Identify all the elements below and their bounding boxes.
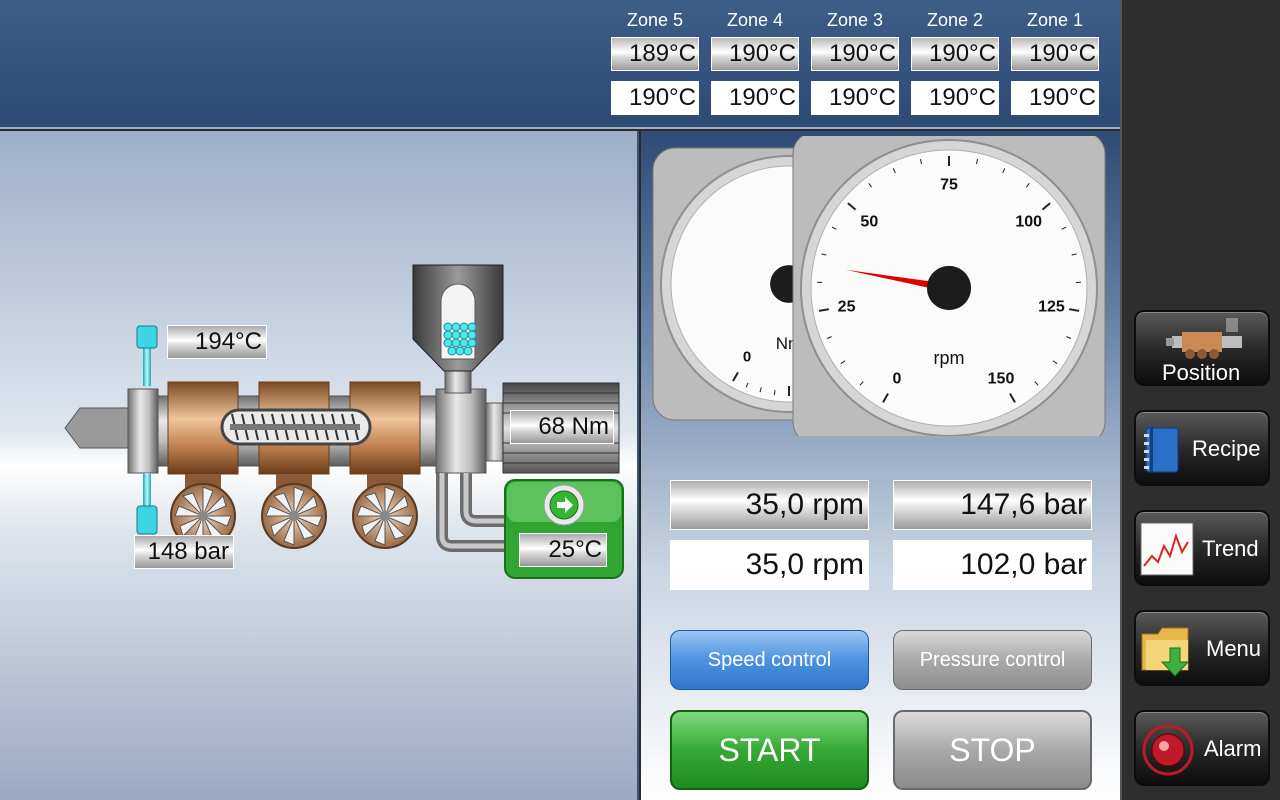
gauge-tick-label: 100 bbox=[1015, 213, 1042, 230]
side-label: Alarm bbox=[1204, 736, 1262, 761]
alarm-button[interactable]: Alarm bbox=[1134, 710, 1270, 786]
gauge-tick-label: 0 bbox=[743, 349, 751, 366]
speed-setpoint-field[interactable]: 35,0 rpm bbox=[670, 540, 869, 590]
side-label: Position bbox=[1162, 360, 1241, 385]
zone-setpoint-field[interactable]: 190°C bbox=[811, 81, 899, 115]
pressure-setpoint-field[interactable]: 102,0 bar bbox=[893, 540, 1092, 590]
stop-button[interactable]: STOP bbox=[893, 710, 1092, 790]
zone-label: Zone 3 bbox=[826, 10, 884, 30]
speed-actual-readout: 35,0 rpm bbox=[670, 480, 869, 530]
extruder-icon bbox=[1166, 318, 1242, 359]
zone-label: Zone 1 bbox=[1026, 10, 1084, 30]
gauge-tick bbox=[773, 390, 776, 396]
side-label: Trend bbox=[1202, 536, 1259, 561]
zone-temperature-bar: Zone 5 189°C 190°C Zone 4 190°C 190°C Zo… bbox=[0, 0, 1120, 129]
gauge-tick-label: 25 bbox=[838, 298, 856, 315]
recipe-button[interactable]: Recipe bbox=[1134, 410, 1270, 486]
zone-setpoint-field[interactable]: 190°C bbox=[711, 81, 799, 115]
trend-chart-icon bbox=[1140, 522, 1194, 576]
zone-label: Zone 4 bbox=[726, 10, 784, 30]
extruder-diagram-panel: 194°C 148 bar 68 Nm 25°C bbox=[0, 131, 639, 800]
pressure-actual-readout: 147,6 bar bbox=[893, 480, 1092, 530]
zone-actual-temp: 190°C bbox=[711, 37, 799, 71]
navigation-sidebar: Position Recipe Trend Menu Alarm bbox=[1120, 0, 1280, 800]
hmi-screen: Zone 5 189°C 190°C Zone 4 190°C 190°C Zo… bbox=[0, 0, 1280, 800]
die-pressure-readout: 148 bar bbox=[134, 535, 234, 569]
gauge-hub bbox=[926, 265, 972, 311]
book-icon bbox=[1144, 427, 1179, 473]
gauge-tick-label: 75 bbox=[940, 176, 958, 193]
zone-setpoint-field[interactable]: 190°C bbox=[611, 81, 699, 115]
side-label: Recipe bbox=[1192, 436, 1261, 461]
alarm-icon bbox=[1142, 724, 1194, 776]
zone-actual-temp: 190°C bbox=[911, 37, 999, 71]
gauge-tick-label: 50 bbox=[860, 213, 878, 230]
gauge-tick-label: 125 bbox=[1038, 298, 1065, 315]
menu-button[interactable]: Menu bbox=[1134, 610, 1270, 686]
zone-setpoint-field[interactable]: 190°C bbox=[911, 81, 999, 115]
start-button[interactable]: START bbox=[670, 710, 869, 790]
cooling-arrow-icon[interactable] bbox=[544, 354, 584, 394]
zone-actual-temp: 190°C bbox=[811, 37, 899, 71]
die-temperature-readout: 194°C bbox=[167, 325, 267, 359]
zone-label: Zone 5 bbox=[626, 10, 684, 30]
gauge-tick-label: 150 bbox=[988, 370, 1015, 387]
trend-button[interactable]: Trend bbox=[1134, 510, 1270, 586]
cooling-temperature-readout: 25°C bbox=[519, 533, 607, 567]
speed-control-button[interactable]: Speed control bbox=[670, 630, 869, 690]
position-button[interactable]: Position bbox=[1134, 310, 1270, 386]
side-label: Menu bbox=[1206, 636, 1262, 661]
extruder-machine-graphic bbox=[64, 264, 624, 579]
control-panel: 0306090120Nm 0255075100125150rpm 35,0 rp… bbox=[641, 131, 1120, 800]
zone-actual-temp: 189°C bbox=[611, 37, 699, 71]
gauge-unit-label: rpm bbox=[934, 348, 965, 368]
zone-actual-temp: 190°C bbox=[1011, 37, 1099, 71]
motor-torque-readout: 68 Nm bbox=[510, 410, 614, 444]
gauge-tick-label: 0 bbox=[893, 370, 902, 387]
folder-icon bbox=[1141, 627, 1190, 677]
pressure-control-button[interactable]: Pressure control bbox=[893, 630, 1092, 690]
zone-label: Zone 2 bbox=[926, 10, 984, 30]
zone-setpoint-field[interactable]: 190°C bbox=[1011, 81, 1099, 115]
speed-gauge: 0 25 50 75 100 125 150 rpm bbox=[792, 136, 1106, 436]
